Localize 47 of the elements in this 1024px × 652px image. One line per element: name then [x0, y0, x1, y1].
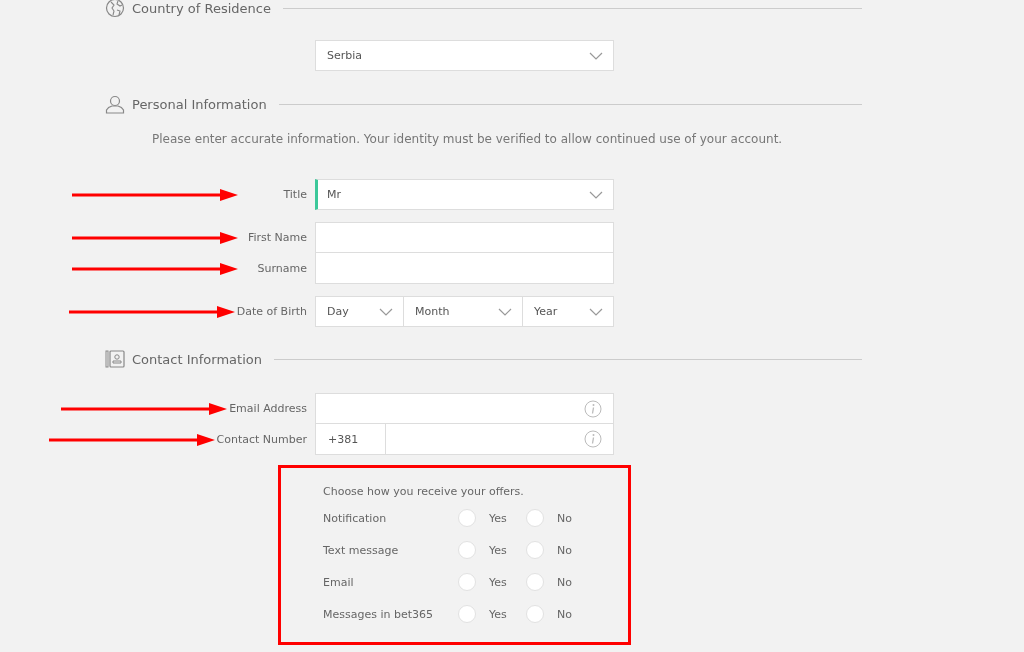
- input-field[interactable]: [315, 393, 614, 424]
- radio-button[interactable]: [458, 573, 476, 591]
- radio-button[interactable]: [526, 573, 544, 591]
- section-heading: Contact Information: [132, 351, 262, 367]
- radio-label: No: [557, 511, 573, 525]
- radio-button[interactable]: [526, 605, 544, 623]
- field-label: Contact Number: [216, 433, 308, 446]
- select-field[interactable]: Year: [523, 296, 614, 327]
- info-text: Please enter accurate information. Your identity must be verified to allow continued use of your account.: [152, 131, 784, 148]
- radio-label: Yes: [489, 543, 508, 557]
- person-icon: [105, 94, 125, 114]
- radio-button[interactable]: [526, 541, 544, 559]
- select-field[interactable]: Month: [404, 296, 523, 327]
- option-label: Notification: [323, 511, 388, 525]
- field-label: Title: [283, 188, 308, 201]
- field-label: Surname: [257, 262, 308, 275]
- radio-button[interactable]: [458, 509, 476, 527]
- section-heading: Personal Information: [132, 96, 267, 112]
- option-label: Messages in bet365: [323, 607, 435, 621]
- chevron-down-icon: [589, 307, 603, 316]
- option-label: Text message: [323, 543, 400, 557]
- radio-button[interactable]: [526, 509, 544, 527]
- field-label: Date of Birth: [236, 305, 308, 318]
- globe-icon: [105, 0, 125, 18]
- offers-heading: Choose how you receive your offers.: [323, 484, 525, 500]
- radio-label: No: [557, 575, 573, 589]
- field-label: First Name: [247, 231, 308, 244]
- field-label: Email Address: [229, 402, 308, 415]
- select-field[interactable]: Mr: [315, 179, 614, 210]
- option-label: Email: [323, 575, 355, 589]
- section-heading: Country of Residence: [132, 0, 271, 16]
- input-field[interactable]: [315, 222, 614, 253]
- select-field[interactable]: Serbia: [315, 40, 614, 71]
- chevron-down-icon: [589, 190, 603, 199]
- radio-label: No: [557, 543, 573, 557]
- chevron-down-icon: [498, 307, 512, 316]
- radio-label: No: [557, 607, 573, 621]
- address-book-icon: [105, 349, 125, 369]
- chevron-down-icon: [589, 51, 603, 60]
- radio-label: Yes: [489, 607, 508, 621]
- input-field[interactable]: [315, 253, 614, 284]
- radio-button[interactable]: [458, 605, 476, 623]
- radio-label: Yes: [489, 575, 508, 589]
- chevron-down-icon: [379, 307, 393, 316]
- radio-label: Yes: [489, 511, 508, 525]
- select-field[interactable]: Day: [315, 296, 404, 327]
- radio-button[interactable]: [458, 541, 476, 559]
